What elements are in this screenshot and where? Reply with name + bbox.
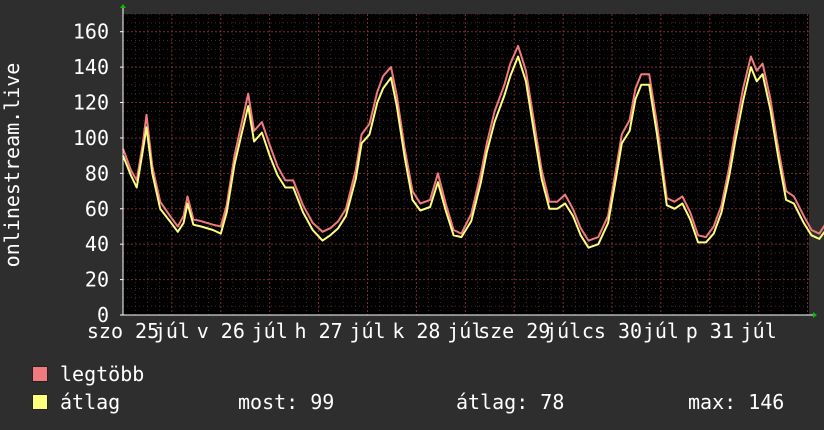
- x-tick-label: júl: [154, 319, 190, 343]
- x-tick-label: júl: [545, 319, 581, 343]
- legend-item-max: legtöbb: [32, 362, 144, 386]
- plot-area: [123, 14, 809, 315]
- legend-swatch-avg: [32, 394, 48, 410]
- y-tick-label: 80: [85, 161, 109, 185]
- x-axis-arrow-icon: [813, 312, 817, 318]
- legend-item-avg: átlag: [32, 390, 120, 414]
- y-axis-arrow-icon: [120, 4, 126, 8]
- x-tick-label: júl: [349, 319, 385, 343]
- y-axis-label: onlinestream.live: [0, 63, 24, 268]
- y-ticks: 020406080100120140160: [73, 20, 123, 327]
- x-tick-label: k 28: [392, 319, 440, 343]
- legend-label-avg: átlag: [60, 390, 121, 414]
- y-tick-label: 20: [85, 268, 109, 292]
- chart-window: 0 20 40 60 80 100 120 140 160 szo 25 júl v 26 júl h …: [0, 0, 824, 430]
- y-tick-label: 40: [85, 232, 109, 256]
- y-tick-label: 140: [73, 55, 109, 79]
- stat-current: most: 99: [238, 390, 335, 414]
- y-tick-label: 120: [73, 91, 109, 115]
- x-tick-label: v 26: [197, 319, 245, 343]
- x-tick-label: sze 29: [478, 319, 550, 343]
- x-tick-label: júl: [252, 319, 288, 343]
- y-tick-label: 100: [73, 126, 109, 150]
- stat-average: átlag: 78: [456, 390, 565, 414]
- x-tick-label: júl: [643, 319, 679, 343]
- legend-label-max: legtöbb: [60, 362, 145, 386]
- y-tick-label: 60: [85, 197, 109, 221]
- x-tick-label: szo 25: [87, 319, 159, 343]
- x-ticks: szo 25júl v 26 júl h 27 júl k 28 júlsze 29júl c…: [87, 319, 777, 343]
- y-tick-label: 160: [73, 20, 109, 44]
- legend-swatch-max: [32, 366, 48, 382]
- x-tick-label: h 27: [295, 319, 343, 343]
- stat-max: max: 146: [688, 390, 785, 414]
- x-tick-label: júl: [741, 319, 777, 343]
- x-tick-label: cs 30: [582, 319, 642, 343]
- x-tick-label: p 31: [686, 319, 734, 343]
